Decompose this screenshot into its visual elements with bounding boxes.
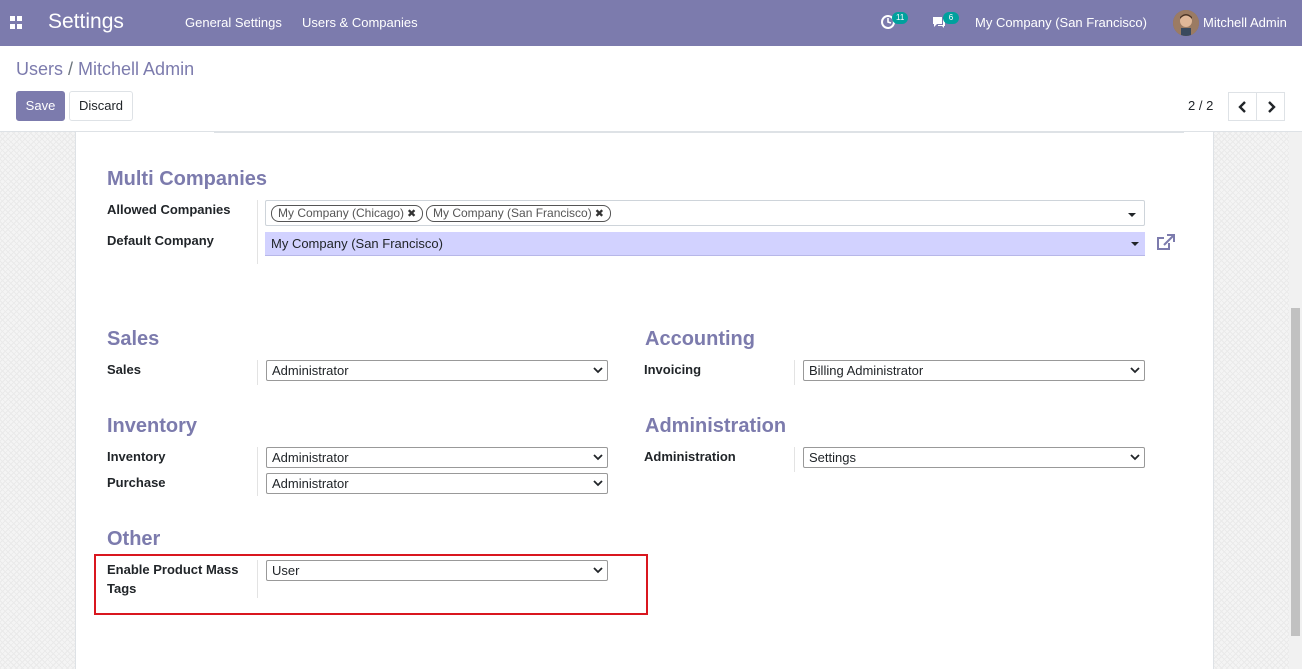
top-navbar: Settings General Settings Users & Compan… (0, 0, 1302, 46)
label-separator (794, 360, 795, 385)
select-value: Settings (809, 450, 856, 465)
select-value: Administrator (272, 450, 349, 465)
label-sales: Sales (107, 362, 141, 377)
company-switcher[interactable]: My Company (San Francisco) (975, 15, 1147, 30)
select-purchase[interactable]: Administrator (266, 473, 608, 494)
select-value: Administrator (272, 363, 349, 378)
select-value: Billing Administrator (809, 363, 924, 378)
tag-label: My Company (Chicago) (278, 206, 405, 220)
allowed-companies-field[interactable]: My Company (Chicago) ✖ My Company (San Fr… (265, 200, 1145, 226)
label-inventory: Inventory (107, 449, 166, 464)
user-menu[interactable]: Mitchell Admin (1203, 15, 1287, 30)
messages-count-badge: 6 (943, 12, 959, 24)
default-company-field[interactable]: My Company (San Francisco) (265, 232, 1145, 256)
group-title-administration: Administration (645, 415, 787, 437)
default-company-value: My Company (San Francisco) (271, 236, 443, 251)
app-title[interactable]: Settings (48, 10, 124, 34)
label-separator (257, 447, 258, 496)
label-separator (257, 360, 258, 385)
save-button[interactable]: Save (16, 91, 65, 121)
remove-tag-icon[interactable]: ✖ (407, 208, 416, 220)
external-link-icon[interactable] (1156, 234, 1176, 252)
avatar-face-icon (1173, 10, 1199, 36)
breadcrumb-separator: / (68, 59, 74, 79)
breadcrumb: Users / Mitchell Admin (16, 59, 194, 80)
label-administration: Administration (644, 449, 736, 464)
group-title-inventory: Inventory (107, 415, 198, 437)
select-sales[interactable]: Administrator (266, 360, 608, 381)
group-title-accounting: Accounting (645, 328, 755, 350)
label-invoicing: Invoicing (644, 362, 702, 377)
tag-company-san-francisco: My Company (San Francisco) ✖ (426, 205, 611, 222)
select-inventory[interactable]: Administrator (266, 447, 608, 468)
chevron-down-icon (1130, 367, 1140, 374)
menu-general-settings[interactable]: General Settings (185, 15, 282, 30)
control-panel: Users / Mitchell Admin Save Discard 2 / 2 (0, 46, 1302, 132)
select-value: Administrator (272, 476, 349, 491)
pager-next-button[interactable] (1256, 92, 1285, 121)
chevron-right-icon (1267, 100, 1276, 113)
menu-users-companies[interactable]: Users & Companies (302, 15, 418, 30)
discard-button[interactable]: Discard (69, 91, 133, 121)
dropdown-caret-icon[interactable] (1131, 242, 1139, 246)
vertical-scrollbar[interactable] (1289, 132, 1302, 669)
activity-count-badge: 11 (892, 12, 909, 24)
chevron-down-icon (593, 367, 603, 374)
group-title-other: Other (107, 528, 161, 550)
breadcrumb-current: Mitchell Admin (78, 59, 195, 79)
breadcrumb-users[interactable]: Users (16, 59, 63, 79)
label-purchase: Purchase (107, 475, 166, 490)
chevron-down-icon (593, 454, 603, 461)
group-title-multi-companies: Multi Companies (107, 168, 268, 190)
select-administration[interactable]: Settings (803, 447, 1145, 468)
scrollbar-thumb[interactable] (1291, 308, 1300, 636)
label-separator (794, 447, 795, 472)
user-avatar[interactable] (1173, 10, 1199, 36)
pager-previous-button[interactable] (1228, 92, 1257, 121)
dropdown-caret-icon[interactable] (1128, 213, 1136, 217)
highlight-annotation-box (94, 554, 648, 615)
chevron-down-icon (1130, 454, 1140, 461)
chevron-down-icon (593, 480, 603, 487)
label-default-company: Default Company (107, 233, 214, 248)
label-allowed-companies: Allowed Companies (107, 202, 231, 217)
pager-value[interactable]: 2 / 2 (1188, 98, 1213, 113)
apps-menu-icon[interactable] (10, 16, 23, 29)
label-separator (257, 200, 258, 264)
chevron-left-icon (1237, 100, 1246, 113)
group-title-sales: Sales (107, 328, 160, 350)
tag-company-chicago: My Company (Chicago) ✖ (271, 205, 424, 222)
sheet-divider (214, 132, 1184, 133)
select-invoicing[interactable]: Billing Administrator (803, 360, 1145, 381)
tag-label: My Company (San Francisco) (433, 206, 592, 220)
remove-tag-icon[interactable]: ✖ (595, 208, 604, 220)
